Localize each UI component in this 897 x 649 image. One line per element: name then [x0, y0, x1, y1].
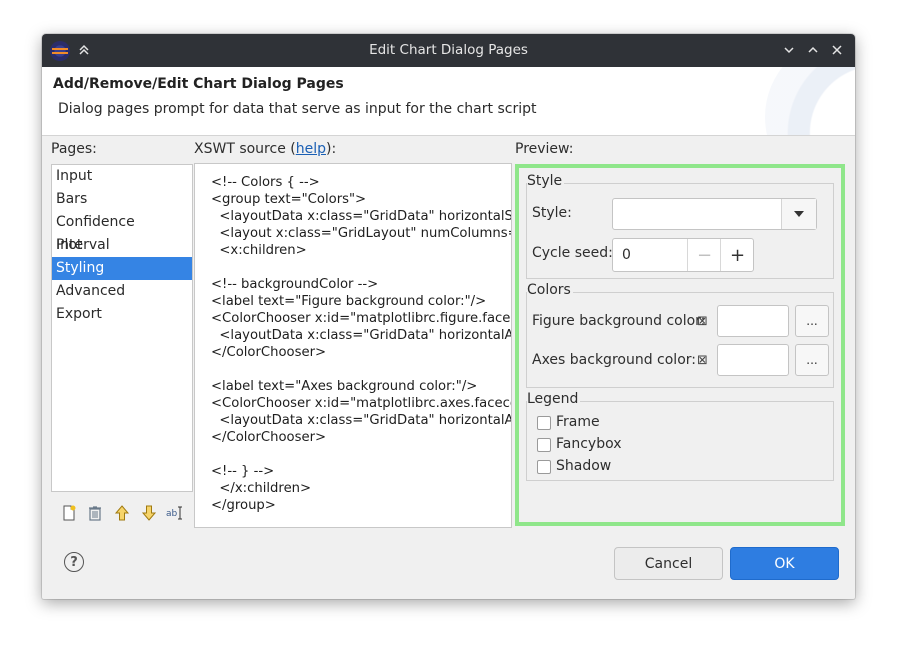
ok-button[interactable]: OK: [730, 547, 839, 580]
axes-bg-browse-button[interactable]: ...: [795, 344, 829, 376]
svg-text:ab: ab: [166, 509, 178, 519]
pages-list[interactable]: Input Bars Confidence Interval Plot Styl…: [51, 164, 193, 492]
header-decoration: [765, 67, 855, 135]
cycle-seed-value[interactable]: 0: [622, 247, 631, 263]
edit-chart-dialog: Edit Chart Dialog Pages Add/Remove/Edit …: [42, 34, 855, 599]
style-group: Style Style: Cycle seed: 0 − +: [526, 173, 834, 279]
axes-bg-label: Axes background color:: [532, 352, 696, 368]
frame-label[interactable]: Frame: [556, 414, 600, 430]
no-color-icon: ⊠: [697, 314, 708, 329]
dialog-header: Add/Remove/Edit Chart Dialog Pages Dialo…: [42, 67, 855, 136]
header-description: Dialog pages prompt for data that serve …: [58, 101, 537, 117]
list-item[interactable]: Confidence Interval: [52, 211, 192, 253]
colors-group: Colors Figure background color: ⊠ ... Ax…: [526, 282, 834, 388]
xswt-source-text[interactable]: <!-- Colors { --> <group text="Colors"> …: [211, 174, 511, 514]
new-page-icon[interactable]: [60, 504, 78, 522]
list-item[interactable]: Plot: [52, 234, 192, 257]
source-label-suffix: ):: [326, 141, 337, 157]
rename-icon[interactable]: ab: [166, 504, 184, 522]
chevron-up-icon[interactable]: [803, 40, 823, 60]
header-title: Add/Remove/Edit Chart Dialog Pages: [53, 76, 344, 92]
move-down-icon[interactable]: [140, 504, 158, 522]
dropdown-arrow-icon[interactable]: [781, 199, 816, 229]
source-label: XSWT source (help):: [194, 141, 336, 157]
move-up-icon[interactable]: [113, 504, 131, 522]
list-item-selected[interactable]: Styling: [52, 257, 192, 280]
source-label-prefix: XSWT source (: [194, 141, 296, 157]
increment-button[interactable]: +: [720, 239, 754, 271]
frame-checkbox[interactable]: [537, 416, 551, 430]
legend-group-title: Legend: [527, 391, 581, 407]
window-title: Edit Chart Dialog Pages: [369, 42, 528, 58]
figure-bg-browse-button[interactable]: ...: [795, 305, 829, 337]
style-label: Style:: [532, 205, 572, 221]
colors-group-title: Colors: [527, 282, 573, 298]
chevron-down-icon[interactable]: [779, 40, 799, 60]
style-combo[interactable]: [612, 198, 817, 230]
preview-label: Preview:: [515, 141, 574, 157]
fancybox-checkbox[interactable]: [537, 438, 551, 452]
cycle-seed-spinner[interactable]: 0 − +: [612, 238, 754, 272]
delete-icon[interactable]: [86, 504, 104, 522]
axes-bg-color-swatch[interactable]: [717, 344, 789, 376]
legend-group: Legend Frame Fancybox Shadow: [526, 391, 834, 481]
decrement-button[interactable]: −: [687, 239, 721, 271]
list-item[interactable]: Export: [52, 303, 192, 326]
pages-label: Pages:: [51, 141, 97, 157]
xswt-source-editor[interactable]: <!-- Colors { --> <group text="Colors"> …: [194, 163, 512, 528]
shadow-label[interactable]: Shadow: [556, 458, 611, 474]
help-link[interactable]: help: [296, 141, 326, 157]
list-item[interactable]: Input: [52, 165, 192, 188]
figure-bg-color-swatch[interactable]: [717, 305, 789, 337]
help-button[interactable]: ?: [64, 552, 84, 572]
list-item[interactable]: Advanced: [52, 280, 192, 303]
close-icon[interactable]: [827, 40, 847, 60]
no-color-icon: ⊠: [697, 353, 708, 368]
title-bar: Edit Chart Dialog Pages: [42, 34, 855, 67]
fancybox-label[interactable]: Fancybox: [556, 436, 622, 452]
style-group-title: Style: [527, 173, 565, 189]
figure-bg-label: Figure background color:: [532, 313, 706, 329]
shadow-checkbox[interactable]: [537, 460, 551, 474]
cancel-button[interactable]: Cancel: [614, 547, 723, 580]
preview-panel: Style Style: Cycle seed: 0 − + Colors Fi…: [515, 164, 845, 526]
cycle-seed-label: Cycle seed:: [532, 245, 613, 261]
list-item[interactable]: Bars: [52, 188, 192, 211]
